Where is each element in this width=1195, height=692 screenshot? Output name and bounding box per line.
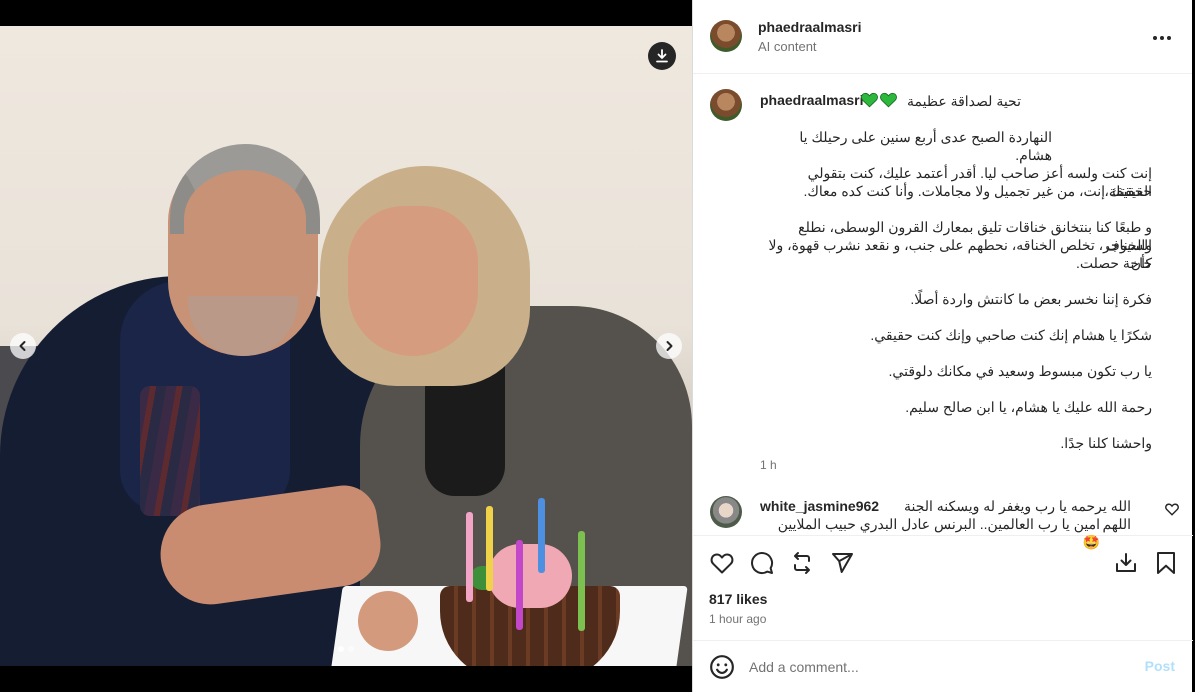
caption-line: حقيقتك إنت، من غير تجميل ولا مجاملات. وأ… [803, 183, 1152, 199]
photo-woman-face [348, 206, 478, 356]
photo-woman-hand [358, 591, 418, 651]
comment-item: white_jasmine962 الله يرحمه يا رب ويغفر … [693, 488, 1193, 550]
next-slide-button[interactable] [656, 333, 682, 359]
post-side-panel: phaedraalmasri AI content phaedraalmasri… [692, 0, 1193, 692]
carousel-indicator [0, 646, 692, 652]
more-dot [1167, 36, 1171, 40]
caption-line: يا رب تكون مبسوط وسعيد في مكانك دلوقتي. [888, 363, 1152, 379]
download-save-icon [1116, 553, 1136, 572]
photo-man-hair [170, 144, 320, 234]
bookmark-button[interactable] [1153, 550, 1179, 576]
green-hearts-emoji [861, 92, 897, 108]
commenter-avatar[interactable] [710, 496, 742, 528]
caption-section: phaedraalmasri تحية لصداقة عظيمة النهارد… [693, 74, 1193, 488]
author-username[interactable]: phaedraalmasri [758, 19, 862, 35]
repost-icon [794, 552, 810, 574]
add-comment-bar: Post [693, 640, 1193, 692]
caption-line: فكرة إننا نخسر بعض ما كانتش واردة أصلًا. [910, 291, 1152, 307]
author-avatar[interactable] [710, 20, 742, 52]
send-icon [832, 553, 853, 573]
caption-line: شكرًا يا هشام إنك كنت صاحبي وإنك كنت حقي… [870, 327, 1152, 343]
action-bar [693, 540, 1193, 590]
more-options-button[interactable] [1150, 28, 1174, 48]
emoji-icon[interactable] [709, 654, 735, 680]
comment-button[interactable] [749, 550, 775, 576]
green-heart-icon [880, 92, 897, 108]
photo-candle-yellow [486, 506, 493, 591]
download-icon [656, 49, 668, 63]
caption-time[interactable]: 1 h [760, 458, 777, 472]
photo-man-shirt [140, 386, 200, 516]
caption-line: حاجة حصلت. [1075, 255, 1152, 271]
bookmark-icon [1157, 552, 1175, 574]
instagram-post-modal: phaedraalmasri AI content phaedraalmasri… [0, 0, 1195, 692]
photo-cake-flower [488, 544, 572, 608]
photo-candle-pink [466, 512, 473, 602]
post-time[interactable]: 1 hour ago [709, 612, 766, 626]
prev-slide-button[interactable] [10, 333, 36, 359]
green-heart-icon [861, 92, 878, 108]
post-header: phaedraalmasri AI content [693, 0, 1192, 74]
more-horizontal-icon [1153, 36, 1157, 40]
comment-icon [751, 552, 774, 575]
more-dot [1160, 36, 1164, 40]
download-button[interactable] [648, 42, 676, 70]
carousel-dot-active [338, 646, 344, 652]
photo-candle-purple [516, 540, 523, 630]
post-comment-button[interactable]: Post [1145, 658, 1175, 674]
share-button[interactable] [829, 550, 855, 576]
caption-line: واحشنا كلنا جدًا. [1060, 435, 1152, 451]
commenter-username[interactable]: white_jasmine962 [760, 498, 879, 514]
photo-candle-green [578, 531, 585, 631]
heart-icon [710, 553, 734, 574]
caption-line: النهاردة الصبح عدى أربع سنين على رحيلك ي… [799, 129, 1052, 163]
ai-content-label: AI content [758, 39, 817, 54]
comment-input[interactable] [749, 657, 1129, 677]
caption-line: رحمة الله عليك يا هشام، يا ابن صالح سليم… [905, 399, 1152, 415]
likes-count[interactable]: 817 likes [709, 591, 767, 607]
post-photo[interactable] [0, 26, 692, 666]
caption-author-avatar[interactable] [710, 89, 742, 121]
chevron-left-icon [19, 341, 26, 351]
carousel-dot [348, 646, 354, 652]
comment-like-icon[interactable] [1165, 503, 1179, 516]
chevron-right-icon [666, 341, 673, 351]
photo-candle-blue [538, 498, 545, 573]
like-button[interactable] [709, 550, 735, 576]
repost-button[interactable] [789, 550, 815, 576]
caption-title: تحية لصداقة عظيمة [907, 93, 1021, 109]
save-to-collection-button[interactable] [1113, 550, 1139, 576]
caption-username[interactable]: phaedraalmasri [760, 92, 864, 108]
